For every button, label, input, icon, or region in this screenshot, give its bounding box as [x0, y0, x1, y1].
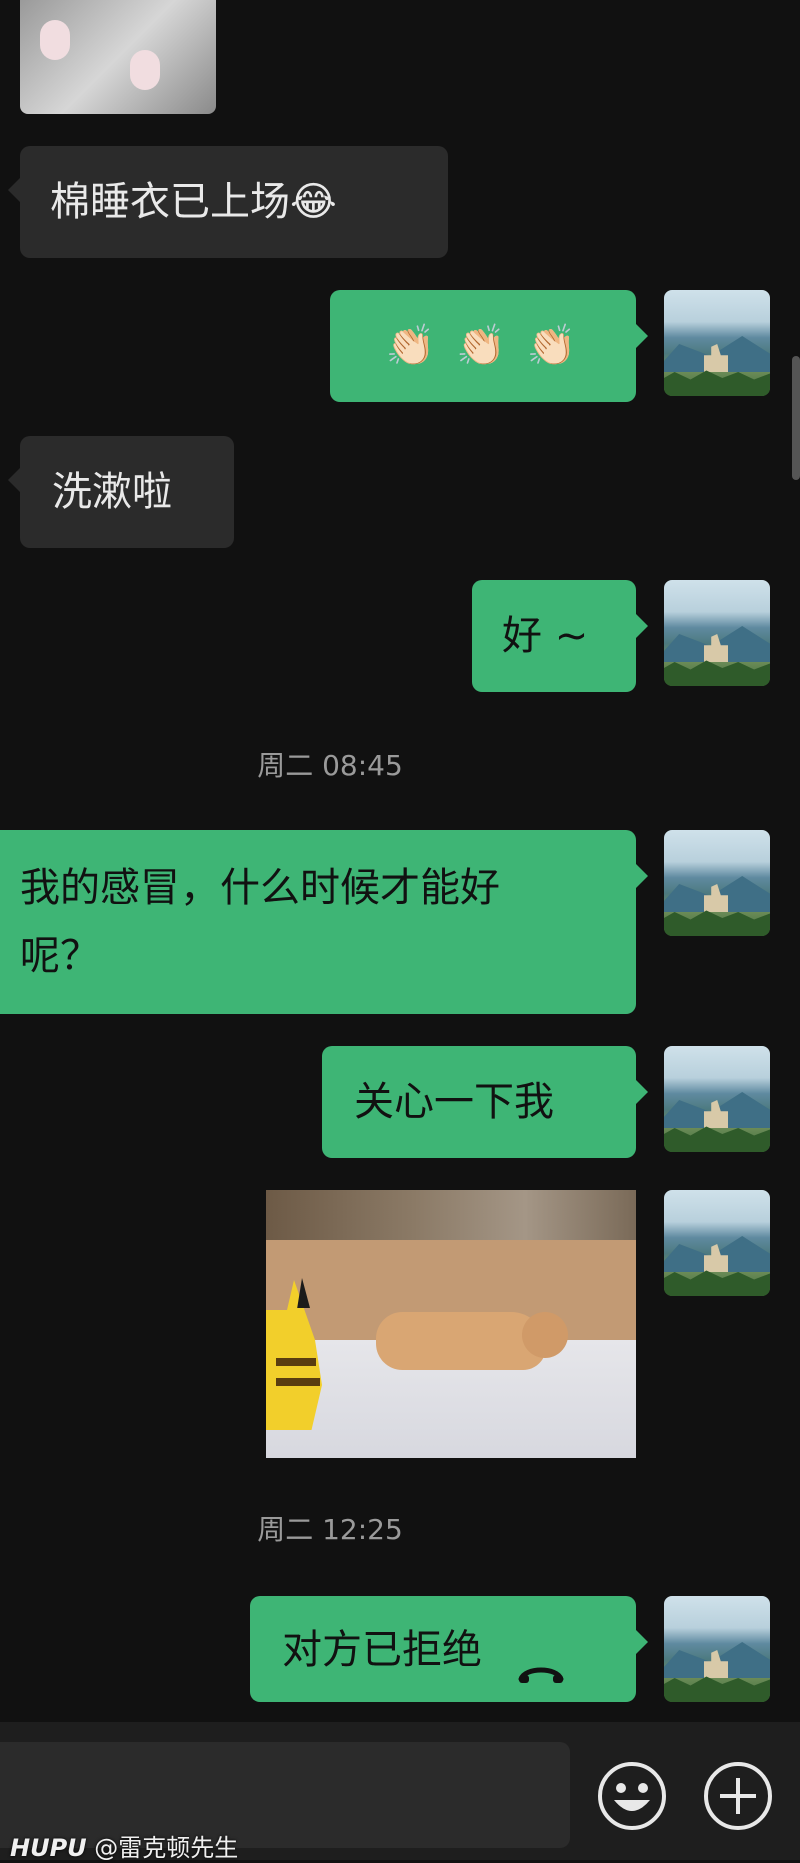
pikachu-stripe	[276, 1378, 320, 1386]
message-text: 我的感冒，什么时候才能好	[20, 865, 500, 911]
pikachu-stripe	[276, 1358, 316, 1366]
message-text: 呢？	[20, 933, 100, 979]
laughing-crying-emoji-icon: 😂	[290, 179, 337, 225]
message-text: 关心一下我	[354, 1079, 554, 1125]
message-text: 好 ~	[502, 613, 589, 659]
phone-hangup-icon	[517, 1640, 565, 1683]
photo-message-partial[interactable]	[20, 0, 216, 114]
avatar[interactable]	[664, 1190, 770, 1296]
avatar[interactable]	[664, 830, 770, 936]
scrollbar-thumb[interactable]	[792, 356, 800, 480]
outgoing-message-bubble[interactable]: 我的感冒，什么时候才能好 呢？	[0, 830, 648, 1014]
outgoing-message-bubble[interactable]: 好 ~	[472, 580, 648, 692]
incoming-message-bubble[interactable]: 棉睡衣已上场😂	[8, 146, 448, 258]
outgoing-call-bubble[interactable]: 对方已拒绝	[250, 1596, 648, 1702]
avatar[interactable]	[664, 1596, 770, 1702]
avatar[interactable]	[664, 580, 770, 686]
timestamp: 周二 12:25	[257, 1513, 403, 1546]
hupu-logo: HUPU	[10, 1834, 87, 1862]
watermark: HUPU @雷克顿先生	[10, 1828, 238, 1863]
pajama-pattern	[130, 50, 160, 90]
cat-figure	[376, 1312, 546, 1370]
message-text: 对方已拒绝	[282, 1627, 482, 1673]
outgoing-message-bubble[interactable]: 👏🏻 👏🏻 👏🏻	[330, 290, 648, 402]
message-text: 棉睡衣已上场	[50, 179, 290, 225]
cat-head	[522, 1312, 568, 1358]
timestamp: 周二 08:45	[257, 749, 403, 782]
avatar[interactable]	[664, 290, 770, 396]
room-background	[266, 1190, 636, 1240]
message-text: 洗漱啦	[52, 469, 172, 515]
emoji-button[interactable]	[596, 1760, 668, 1832]
clapping-hands-emoji-icon: 👏🏻 👏🏻 👏🏻	[385, 323, 581, 369]
pajama-pattern	[40, 20, 70, 60]
plus-icon	[704, 1762, 772, 1830]
incoming-message-bubble[interactable]: 洗漱啦	[8, 436, 234, 548]
outgoing-message-bubble[interactable]: 关心一下我	[322, 1046, 648, 1158]
gif-image-message[interactable]	[266, 1190, 636, 1458]
smile-icon	[598, 1762, 666, 1830]
watermark-user: @雷克顿先生	[94, 1834, 239, 1862]
avatar[interactable]	[664, 1046, 770, 1152]
more-button[interactable]	[702, 1760, 774, 1832]
